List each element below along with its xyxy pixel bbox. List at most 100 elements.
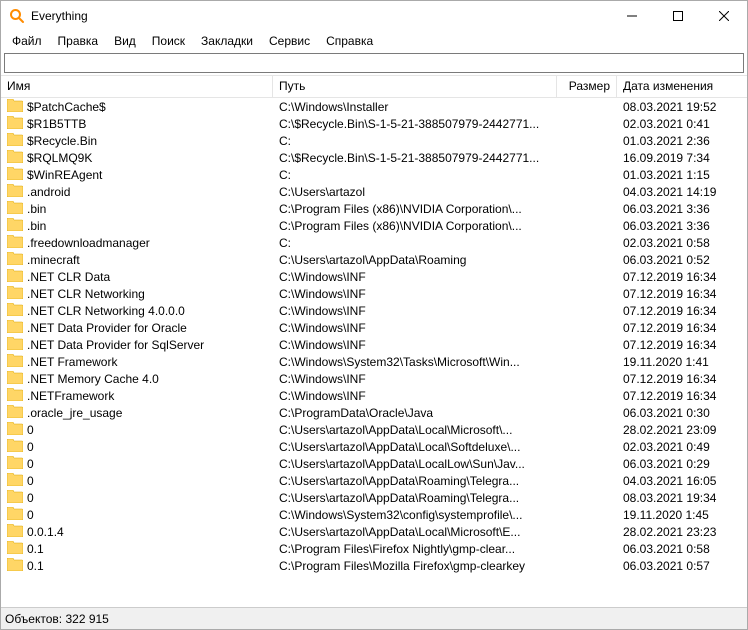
- table-row[interactable]: $Recycle.BinC:01.03.2021 2:36: [1, 132, 747, 149]
- table-row[interactable]: $RQLMQ9KC:\$Recycle.Bin\S-1-5-21-3885079…: [1, 149, 747, 166]
- cell-path: C:: [273, 168, 557, 182]
- table-row[interactable]: .NETFramework C:\Windows\INF 07.12.2019 16…: [1, 387, 747, 404]
- cell-date: 04.03.2021 16:05: [617, 474, 747, 488]
- menu-view[interactable]: Вид: [107, 33, 143, 49]
- table-row[interactable]: .binC:\Program Files (x86)\NVIDIA Corpor…: [1, 200, 747, 217]
- table-row[interactable]: 0.1 C:\Program Files\Mozilla Firefox\gmp-…: [1, 557, 747, 574]
- titlebar: Everything: [1, 1, 747, 31]
- table-row[interactable]: 0.0.1.4C:\Users\artazol\AppData\Local\Mi…: [1, 523, 747, 540]
- cell-date: 01.03.2021 1:15: [617, 168, 747, 182]
- table-row[interactable]: .minecraftC:\Users\artazol\AppData\Roami…: [1, 251, 747, 268]
- folder-icon: [7, 303, 23, 319]
- cell-date: 07.12.2019 16:34: [617, 321, 747, 335]
- minimize-button[interactable]: [609, 1, 655, 31]
- table-row[interactable]: 0C:\Users\artazol\AppData\Local\Softdelu…: [1, 438, 747, 455]
- folder-icon: [7, 320, 23, 336]
- file-name: .oracle_jre_usage: [27, 406, 122, 420]
- table-row[interactable]: .NET Framework C:\Windows\System32\Tasks\…: [1, 353, 747, 370]
- table-row[interactable]: .bin C:\Program Files (x86)\NVIDIA Corpor…: [1, 217, 747, 234]
- cell-name: $Recycle.Bin: [1, 133, 273, 149]
- cell-date: 01.03.2021 2:36: [617, 134, 747, 148]
- table-row[interactable]: .NET CLR DataC:\Windows\INF07.12.2019 16…: [1, 268, 747, 285]
- cell-path: C:\Windows\INF: [273, 389, 557, 403]
- folder-icon: [7, 337, 23, 353]
- table-row[interactable]: 0C:\Users\artazol\AppData\Local\Microsof…: [1, 421, 747, 438]
- table-row[interactable]: .NET CLR NetworkingC:\Windows\INF07.12.2…: [1, 285, 747, 302]
- file-name: .NET Framework: [27, 355, 117, 369]
- cell-name: 0: [1, 456, 273, 472]
- cell-date: 07.12.2019 16:34: [617, 389, 747, 403]
- cell-date: 07.12.2019 16:34: [617, 270, 747, 284]
- file-name: .NET CLR Networking: [27, 287, 145, 301]
- cell-path: C:\Users\artazol\AppData\Roaming\Telegra…: [273, 474, 557, 488]
- table-row[interactable]: $PatchCache$C:\Windows\Installer08.03.20…: [1, 98, 747, 115]
- cell-date: 07.12.2019 16:34: [617, 287, 747, 301]
- window-controls: [609, 1, 747, 31]
- search-input[interactable]: [4, 53, 744, 73]
- file-name: $R1B5TTB: [27, 117, 86, 131]
- cell-date: 19.11.2020 1:45: [617, 508, 747, 522]
- cell-date: 07.12.2019 16:34: [617, 372, 747, 386]
- file-name: .NETFramework: [27, 389, 114, 403]
- header-date[interactable]: Дата изменения: [617, 76, 747, 97]
- folder-icon: [7, 490, 23, 506]
- cell-path: C:\Program Files\Firefox Nightly\gmp-cle…: [273, 542, 557, 556]
- cell-path: C:\Program Files (x86)\NVIDIA Corporatio…: [273, 219, 557, 233]
- table-row[interactable]: .androidC:\Users\artazol04.03.2021 14:19: [1, 183, 747, 200]
- table-row[interactable]: .NET Memory Cache 4.0C:\Windows\INF07.12…: [1, 370, 747, 387]
- table-row[interactable]: $R1B5TTBC:\$Recycle.Bin\S-1-5-21-3885079…: [1, 115, 747, 132]
- table-row[interactable]: 0.1C:\Program Files\Firefox Nightly\gmp-…: [1, 540, 747, 557]
- header-size[interactable]: Размер: [557, 76, 617, 97]
- results-list[interactable]: $PatchCache$C:\Windows\Installer08.03.20…: [1, 98, 747, 607]
- file-name: .bin: [27, 219, 46, 233]
- cell-name: .NET Data Provider for Oracle: [1, 320, 273, 336]
- cell-name: .oracle_jre_usage: [1, 405, 273, 421]
- cell-path: C:\Users\artazol\AppData\Local\Microsoft…: [273, 423, 557, 437]
- folder-icon: [7, 99, 23, 115]
- cell-path: C:\Program Files\Mozilla Firefox\gmp-cle…: [273, 559, 557, 573]
- table-row[interactable]: .NET CLR Networking 4.0.0.0C:\Windows\IN…: [1, 302, 747, 319]
- table-row[interactable]: .NET Data Provider for OracleC:\Windows\…: [1, 319, 747, 336]
- file-name: .android: [27, 185, 70, 199]
- menu-search[interactable]: Поиск: [145, 33, 192, 49]
- file-name: 0: [27, 508, 34, 522]
- cell-date: 02.03.2021 0:58: [617, 236, 747, 250]
- file-name: 0: [27, 457, 34, 471]
- folder-icon: [7, 201, 23, 217]
- table-row[interactable]: .freedownloadmanagerC:02.03.2021 0:58: [1, 234, 747, 251]
- table-row[interactable]: 0C:\Windows\System32\config\systemprofil…: [1, 506, 747, 523]
- file-name: $Recycle.Bin: [27, 134, 97, 148]
- header-path[interactable]: Путь: [273, 76, 557, 97]
- table-row[interactable]: .oracle_jre_usageC:\ProgramData\Oracle\J…: [1, 404, 747, 421]
- menu-edit[interactable]: Правка: [51, 33, 106, 49]
- menu-bookmarks[interactable]: Закладки: [194, 33, 260, 49]
- cell-path: C:\Windows\System32\Tasks\Microsoft\Win.…: [273, 355, 557, 369]
- folder-icon: [7, 388, 23, 404]
- cell-name: .NET CLR Networking: [1, 286, 273, 302]
- menu-tools[interactable]: Сервис: [262, 33, 317, 49]
- cell-name: .NET CLR Networking 4.0.0.0: [1, 303, 273, 319]
- cell-name: 0.1: [1, 541, 273, 557]
- menu-file[interactable]: Файл: [5, 33, 49, 49]
- header-name[interactable]: Имя: [1, 76, 273, 97]
- cell-name: .freedownloadmanager: [1, 235, 273, 251]
- table-row[interactable]: 0C:\Users\artazol\AppData\Roaming\Telegr…: [1, 489, 747, 506]
- table-row[interactable]: .NET Data Provider for SqlServerC:\Windo…: [1, 336, 747, 353]
- cell-name: $PatchCache$: [1, 99, 273, 115]
- table-row[interactable]: 0 C:\Users\artazol\AppData\LocalLow\Sun\J…: [1, 455, 747, 472]
- file-name: 0.1: [27, 559, 44, 573]
- cell-name: 0: [1, 473, 273, 489]
- close-button[interactable]: [701, 1, 747, 31]
- folder-icon: [7, 167, 23, 183]
- file-name: 0.0.1.4: [27, 525, 64, 539]
- status-label: Объектов:: [5, 612, 62, 626]
- cell-name: 0: [1, 439, 273, 455]
- file-name: .NET Memory Cache 4.0: [27, 372, 159, 386]
- cell-date: 06.03.2021 3:36: [617, 202, 747, 216]
- maximize-button[interactable]: [655, 1, 701, 31]
- cell-date: 04.03.2021 14:19: [617, 185, 747, 199]
- table-row[interactable]: $WinREAgentC:01.03.2021 1:15: [1, 166, 747, 183]
- menu-help[interactable]: Справка: [319, 33, 380, 49]
- table-row[interactable]: 0C:\Users\artazol\AppData\Roaming\Telegr…: [1, 472, 747, 489]
- cell-path: C:\Users\artazol\AppData\LocalLow\Sun\Ja…: [273, 457, 557, 471]
